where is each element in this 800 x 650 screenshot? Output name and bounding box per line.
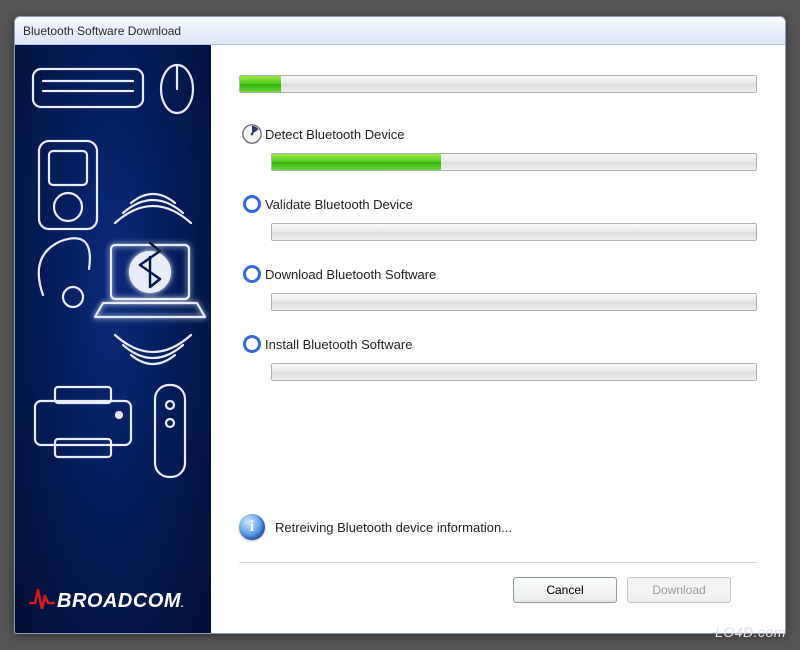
step-label: Validate Bluetooth Device bbox=[265, 197, 413, 212]
info-icon: i bbox=[239, 514, 265, 540]
sidebar-graphic: BROADCOM. bbox=[15, 45, 211, 633]
status-row: i Retreiving Bluetooth device informatio… bbox=[239, 514, 757, 540]
wireless-waves-icon bbox=[115, 194, 191, 223]
brand-pulse-icon bbox=[29, 587, 55, 615]
brand-suffix: . bbox=[181, 599, 184, 610]
clock-icon bbox=[239, 121, 265, 147]
cancel-button[interactable]: Cancel bbox=[513, 577, 617, 603]
step-detect-fill bbox=[272, 154, 441, 170]
step-download: Download Bluetooth Software bbox=[239, 261, 757, 287]
printer-icon bbox=[35, 387, 131, 457]
brand-logo: BROADCOM. bbox=[29, 587, 184, 615]
pending-circle-icon bbox=[239, 191, 265, 217]
window-title: Bluetooth Software Download bbox=[23, 24, 181, 38]
keyboard-icon bbox=[33, 69, 143, 107]
overall-progress-bar bbox=[239, 75, 757, 93]
step-validate: Validate Bluetooth Device bbox=[239, 191, 757, 217]
brand-name: BROADCOM bbox=[57, 590, 181, 612]
window-body: BROADCOM. Detect Bluetooth Device Valida bbox=[15, 45, 785, 633]
overall-progress-fill bbox=[240, 76, 281, 92]
title-bar[interactable]: Bluetooth Software Download bbox=[15, 17, 785, 45]
bluetooth-laptop-icon bbox=[95, 243, 205, 317]
step-label: Download Bluetooth Software bbox=[265, 267, 436, 282]
main-content: Detect Bluetooth Device Validate Bluetoo… bbox=[211, 45, 785, 633]
download-button[interactable]: Download bbox=[627, 577, 731, 603]
step-label: Install Bluetooth Software bbox=[265, 337, 412, 352]
headset-icon bbox=[39, 238, 90, 307]
pending-circle-icon bbox=[239, 331, 265, 357]
step-detect: Detect Bluetooth Device bbox=[239, 121, 757, 147]
step-download-progress bbox=[271, 293, 757, 311]
step-install-progress bbox=[271, 363, 757, 381]
step-install: Install Bluetooth Software bbox=[239, 331, 757, 357]
device-outline-art bbox=[15, 45, 211, 605]
pending-circle-icon bbox=[239, 261, 265, 287]
button-footer: Cancel Download bbox=[239, 562, 757, 617]
remote-icon bbox=[155, 385, 185, 477]
status-message: Retreiving Bluetooth device information.… bbox=[275, 520, 512, 535]
installer-window: Bluetooth Software Download bbox=[14, 16, 786, 634]
step-label: Detect Bluetooth Device bbox=[265, 127, 404, 142]
step-detect-progress bbox=[271, 153, 757, 171]
step-validate-progress bbox=[271, 223, 757, 241]
watermark: LO4D.com bbox=[715, 624, 786, 640]
